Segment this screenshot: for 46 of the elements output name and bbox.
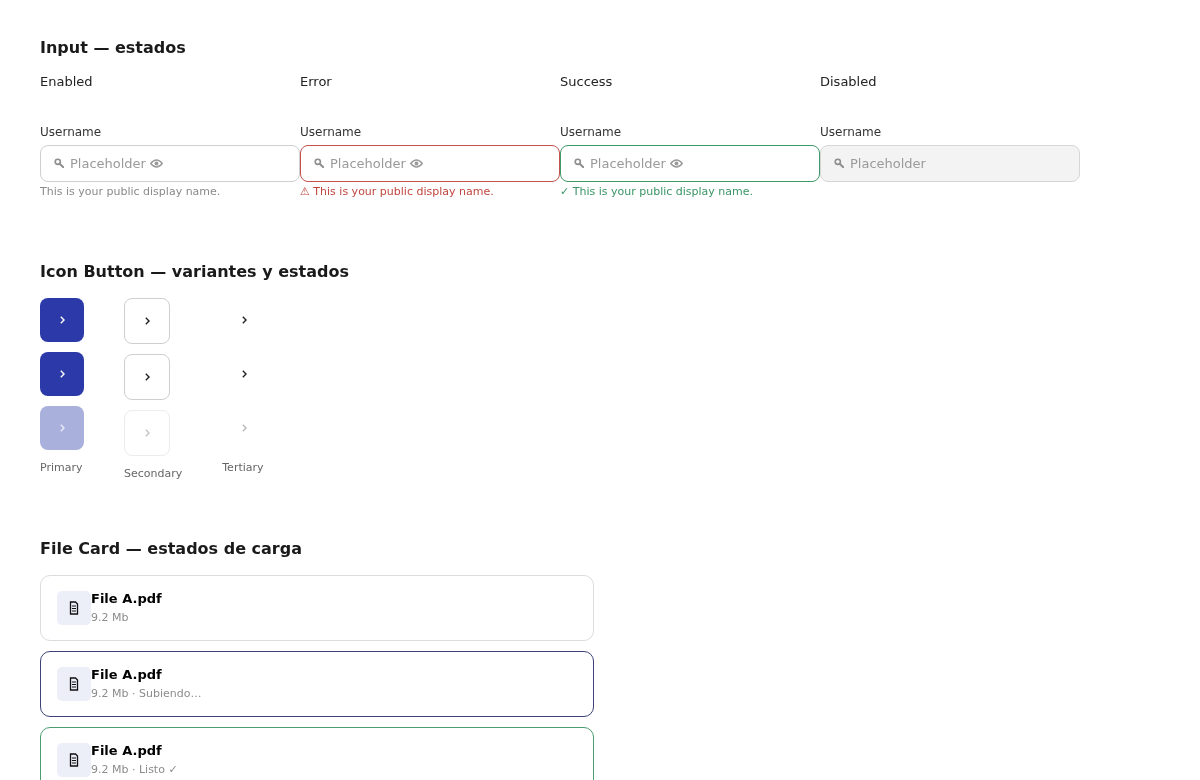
section-title: Input — estados xyxy=(40,38,186,58)
document-icon xyxy=(57,743,91,777)
state-heading: Disabled xyxy=(820,73,877,91)
file-name: File A.pdf xyxy=(91,667,162,683)
file-meta: 9.2 Mb · Subiendo… xyxy=(91,687,202,701)
state-heading: Success xyxy=(560,73,613,91)
eye-icon[interactable] xyxy=(410,159,423,168)
chevron-right-icon xyxy=(59,424,65,432)
file-name: File A.pdf xyxy=(91,591,162,607)
file-meta: 9.2 Mb xyxy=(91,611,129,625)
field-label: Username xyxy=(560,124,622,140)
input-field[interactable]: Placeholder xyxy=(300,145,560,182)
file-card[interactable]: File A.pdf 9.2 Mb · Listo ✓ xyxy=(40,727,594,780)
input-field[interactable]: Placeholder xyxy=(560,145,820,182)
next-button[interactable] xyxy=(40,298,84,342)
variant-label: Tertiary xyxy=(222,461,264,475)
search-icon xyxy=(54,158,64,168)
search-icon xyxy=(314,158,324,168)
helper-text: ⚠ This is your public display name. xyxy=(300,185,494,199)
file-card[interactable]: File A.pdf 9.2 Mb · Subiendo… xyxy=(40,651,594,717)
helper-text: This is your public display name. xyxy=(40,185,221,199)
field-label: Username xyxy=(820,124,882,140)
helper-text: ✓ This is your public display name. xyxy=(560,185,754,199)
search-icon xyxy=(574,158,584,168)
document-icon xyxy=(57,667,91,701)
document-icon xyxy=(57,591,91,625)
file-name: File A.pdf xyxy=(91,743,162,759)
field-label: Username xyxy=(40,124,102,140)
file-card[interactable]: File A.pdf 9.2 Mb xyxy=(40,575,594,641)
chevron-right-icon xyxy=(144,429,150,437)
state-heading: Enabled xyxy=(40,73,93,91)
chevron-right-icon xyxy=(59,316,65,324)
section-title: Icon Button — variantes y estados xyxy=(40,262,349,282)
chevron-right-icon xyxy=(144,373,150,381)
variant-label: Secondary xyxy=(124,467,183,481)
section-title: File Card — estados de carga xyxy=(40,539,302,559)
search-icon xyxy=(834,158,844,168)
eye-icon[interactable] xyxy=(150,159,163,168)
chevron-right-icon xyxy=(144,317,150,325)
field-label: Username xyxy=(300,124,362,140)
chevron-right-icon xyxy=(59,370,65,378)
eye-icon[interactable] xyxy=(670,159,683,168)
file-meta: 9.2 Mb · Listo ✓ xyxy=(91,763,178,777)
state-heading: Error xyxy=(300,73,332,91)
variant-label: Primary xyxy=(40,461,83,475)
next-button[interactable] xyxy=(40,352,84,396)
